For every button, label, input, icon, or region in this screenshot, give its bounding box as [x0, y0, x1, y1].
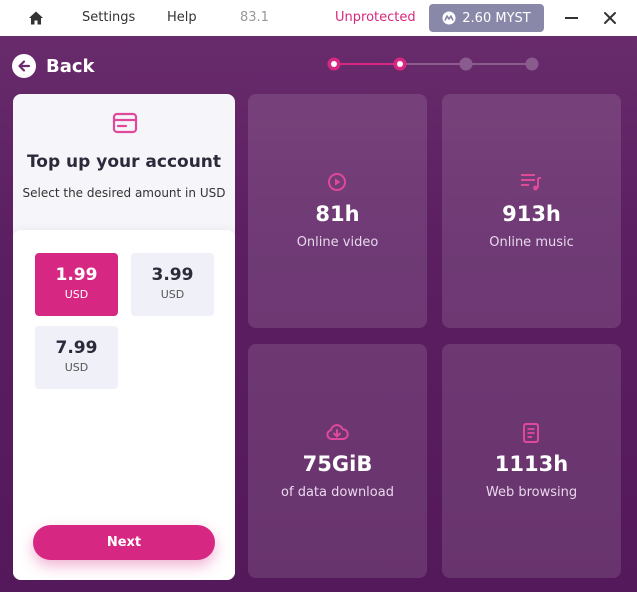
back-arrow-icon: [12, 54, 36, 78]
amount-option[interactable]: 3.99 USD: [131, 253, 214, 316]
stat-label: of data download: [281, 485, 394, 500]
myst-logo-icon: [442, 11, 456, 25]
stepper-step: [327, 57, 341, 71]
balance-value: 2.60 MYST: [462, 10, 531, 26]
amount-currency: USD: [64, 361, 89, 374]
stat-tile-video: 81h Online video: [248, 94, 427, 328]
amount-option[interactable]: 1.99 USD: [35, 253, 118, 316]
amount-currency: USD: [160, 288, 185, 301]
topup-card: Top up your account Select the desired a…: [13, 94, 235, 580]
amount-option[interactable]: 7.99 USD: [35, 326, 118, 389]
progress-stepper: [327, 57, 539, 71]
connection-status: Unprotected: [335, 10, 416, 25]
stepper-step: [393, 57, 407, 71]
stat-label: Online video: [296, 235, 379, 250]
cloud-download-icon: [326, 424, 349, 440]
amount-currency: USD: [64, 288, 89, 301]
amount-panel: 1.99 USD 3.99 USD 7.99 USD Next: [13, 230, 235, 580]
stat-value: 913h: [502, 202, 561, 226]
back-label: Back: [46, 55, 95, 77]
topup-title: Top up your account: [26, 152, 222, 172]
settings-menu[interactable]: Settings: [82, 10, 135, 25]
minimize-icon[interactable]: [565, 17, 578, 19]
stat-tile-data: 75GiB of data download: [248, 344, 427, 578]
ip-address: 83.1: [240, 10, 269, 25]
stat-label: Online music: [489, 235, 574, 250]
stat-value: 75GiB: [302, 452, 373, 476]
stat-value: 1113h: [494, 452, 569, 476]
music-list-icon: [521, 174, 541, 191]
stat-label: Web browsing: [485, 485, 578, 500]
back-button[interactable]: Back: [12, 52, 95, 80]
play-circle-icon: [328, 173, 346, 191]
next-button[interactable]: Next: [33, 525, 215, 560]
amount-value: 7.99: [55, 338, 98, 358]
help-menu[interactable]: Help: [167, 10, 197, 25]
stat-tile-web: 1113h Web browsing: [442, 344, 621, 578]
document-icon: [523, 423, 539, 443]
credit-card-icon: [112, 112, 138, 134]
amount-value: 3.99: [151, 265, 194, 285]
stat-tile-music: 913h Online music: [442, 94, 621, 328]
balance-badge[interactable]: 2.60 MYST: [429, 4, 544, 32]
stepper-step: [459, 57, 473, 71]
topup-subtitle: Select the desired amount in USD: [22, 186, 226, 200]
home-icon[interactable]: [28, 10, 44, 26]
title-bar: Settings Help 83.1 Unprotected 2.60 MYST: [0, 0, 637, 36]
close-icon[interactable]: [600, 8, 620, 28]
stat-value: 81h: [315, 202, 360, 226]
stepper-step: [525, 57, 539, 71]
amount-value: 1.99: [55, 265, 98, 285]
